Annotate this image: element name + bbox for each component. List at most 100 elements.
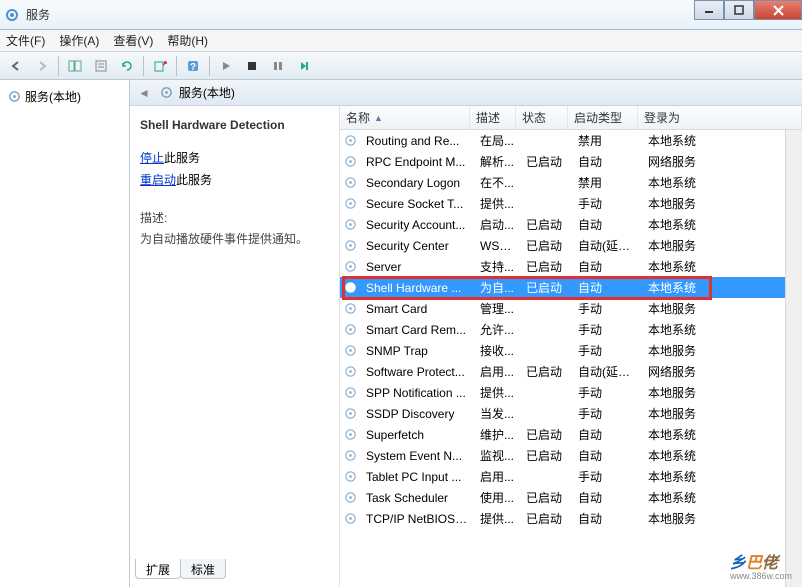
detail-service-name: Shell Hardware Detection [140, 118, 329, 132]
pause-service-button[interactable] [266, 55, 290, 77]
forward-button[interactable] [30, 55, 54, 77]
gear-icon [344, 449, 360, 462]
service-row[interactable]: Routing and Re...在局...禁用本地系统 [340, 130, 802, 151]
minimize-button[interactable] [694, 0, 724, 20]
menu-action[interactable]: 操作(A) [59, 32, 99, 49]
sort-asc-icon: ▲ [374, 113, 383, 123]
cell-name: Smart Card Rem... [360, 321, 474, 339]
cell-startup: 手动 [572, 466, 642, 487]
restart-suffix: 此服务 [176, 173, 212, 187]
export-button[interactable] [148, 55, 172, 77]
cell-status [520, 475, 572, 479]
cell-startup: 自动 [572, 214, 642, 235]
gear-icon [344, 302, 360, 315]
service-row[interactable]: Security CenterWSC...已启动自动(延迟...本地服务 [340, 235, 802, 256]
cell-status: 已启动 [520, 445, 572, 466]
properties-button[interactable] [89, 55, 113, 77]
back-button[interactable] [4, 55, 28, 77]
cell-status: 已启动 [520, 277, 572, 298]
cell-startup: 手动 [572, 298, 642, 319]
cell-desc: 管理... [474, 298, 520, 319]
service-row[interactable]: Server支持...已启动自动本地系统 [340, 256, 802, 277]
cell-startup: 自动 [572, 424, 642, 445]
gear-icon [344, 281, 360, 294]
service-row[interactable]: Secure Socket T...提供...手动本地服务 [340, 193, 802, 214]
service-row[interactable]: Secondary Logon在不...禁用本地系统 [340, 172, 802, 193]
column-name[interactable]: 名称▲ [340, 106, 470, 129]
cell-logon: 本地系统 [642, 277, 802, 298]
start-service-button[interactable] [214, 55, 238, 77]
stop-link[interactable]: 停止 [140, 151, 164, 165]
service-row[interactable]: Software Protect...启用...已启动自动(延迟...网络服务 [340, 361, 802, 382]
column-startup[interactable]: 启动类型 [568, 106, 638, 129]
watermark-url: www.386w.com [730, 571, 792, 581]
close-button[interactable] [754, 0, 802, 20]
titlebar: 服务 [0, 0, 802, 30]
service-row[interactable]: System Event N...监视...已启动自动本地系统 [340, 445, 802, 466]
service-row[interactable]: RPC Endpoint M...解析...已启动自动网络服务 [340, 151, 802, 172]
cell-desc: WSC... [474, 237, 520, 255]
cell-startup: 自动 [572, 487, 642, 508]
column-desc[interactable]: 描述 [470, 106, 516, 129]
cell-startup: 自动 [572, 277, 642, 298]
back-arrow-icon: ◄ [138, 86, 150, 100]
service-row[interactable]: Shell Hardware ...为自...已启动自动本地系统 [340, 277, 802, 298]
cell-logon: 本地系统 [642, 214, 802, 235]
cell-status [520, 202, 572, 206]
cell-logon: 网络服务 [642, 151, 802, 172]
cell-status: 已启动 [520, 487, 572, 508]
stop-service-button[interactable] [240, 55, 264, 77]
cell-status: 已启动 [520, 214, 572, 235]
cell-logon: 本地服务 [642, 235, 802, 256]
cell-desc: 在不... [474, 172, 520, 193]
help-button[interactable]: ? [181, 55, 205, 77]
menu-help[interactable]: 帮助(H) [167, 32, 208, 49]
cell-desc: 接收... [474, 340, 520, 361]
cell-desc: 提供... [474, 382, 520, 403]
column-status[interactable]: 状态 [516, 106, 568, 129]
service-row[interactable]: Superfetch维护...已启动自动本地系统 [340, 424, 802, 445]
cell-status [520, 412, 572, 416]
watermark: 乡巴佬 www.386w.com [730, 549, 792, 581]
service-row[interactable]: Tablet PC Input ...启用...手动本地系统 [340, 466, 802, 487]
restart-link[interactable]: 重启动 [140, 173, 176, 187]
list-body[interactable]: Routing and Re...在局...禁用本地系统RPC Endpoint… [340, 130, 802, 587]
tab-extended[interactable]: 扩展 [135, 559, 181, 579]
maximize-button[interactable] [724, 0, 754, 20]
service-row[interactable]: SNMP Trap接收...手动本地服务 [340, 340, 802, 361]
cell-desc: 支持... [474, 256, 520, 277]
gear-icon [344, 512, 360, 525]
cell-name: SPP Notification ... [360, 384, 474, 402]
gear-icon [344, 407, 360, 420]
desc-label: 描述: [140, 209, 329, 226]
cell-status: 已启动 [520, 508, 572, 529]
column-logon[interactable]: 登录为 [638, 106, 802, 129]
cell-desc: 提供... [474, 508, 520, 529]
cell-status [520, 139, 572, 143]
tab-standard[interactable]: 标准 [180, 559, 226, 579]
show-hide-tree-button[interactable] [63, 55, 87, 77]
tree-root-item[interactable]: 服务(本地) [4, 86, 125, 107]
cell-name: Security Center [360, 237, 474, 255]
service-row[interactable]: Smart Card Rem...允许...手动本地系统 [340, 319, 802, 340]
service-row[interactable]: Task Scheduler使用...已启动自动本地系统 [340, 487, 802, 508]
cell-name: RPC Endpoint M... [360, 153, 474, 171]
service-row[interactable]: SSDP Discovery当发...手动本地服务 [340, 403, 802, 424]
menu-file[interactable]: 文件(F) [6, 32, 45, 49]
toolbar-separator [176, 56, 177, 76]
service-row[interactable]: Smart Card管理...手动本地服务 [340, 298, 802, 319]
service-row[interactable]: SPP Notification ...提供...手动本地服务 [340, 382, 802, 403]
cell-name: Shell Hardware ... [360, 279, 474, 297]
cell-status: 已启动 [520, 151, 572, 172]
restart-service-button[interactable] [292, 55, 316, 77]
service-row[interactable]: Security Account...启动...已启动自动本地系统 [340, 214, 802, 235]
cell-logon: 本地服务 [642, 193, 802, 214]
cell-startup: 自动 [572, 445, 642, 466]
service-row[interactable]: TCP/IP NetBIOS ...提供...已启动自动本地服务 [340, 508, 802, 529]
gear-icon [344, 134, 360, 147]
bottom-tabs: 扩展 标准 [135, 559, 225, 579]
vertical-scrollbar[interactable] [785, 130, 802, 587]
menu-view[interactable]: 查看(V) [113, 32, 153, 49]
cell-startup: 手动 [572, 382, 642, 403]
refresh-button[interactable] [115, 55, 139, 77]
